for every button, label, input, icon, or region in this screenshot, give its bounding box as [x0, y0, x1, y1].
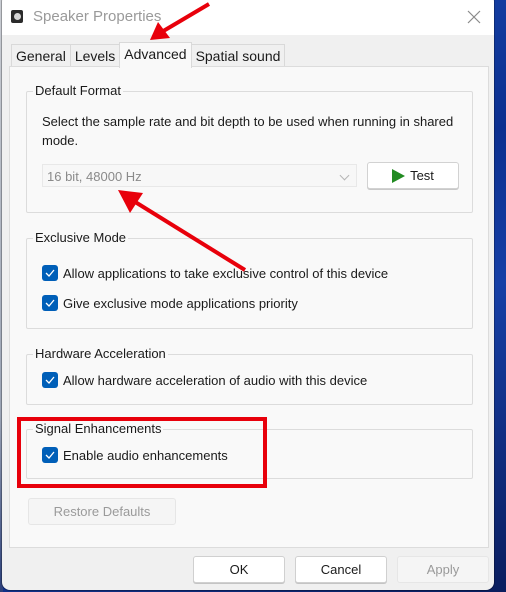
close-button[interactable]	[460, 4, 488, 30]
audio-enhancements-checkbox[interactable]	[42, 447, 58, 463]
speaker-properties-dialog: Speaker Properties General Levels Advanc…	[2, 0, 494, 590]
checkmark-icon	[45, 269, 55, 277]
tab-general[interactable]: General	[11, 44, 71, 67]
checkmark-icon	[45, 376, 55, 384]
tab-levels[interactable]: Levels	[69, 44, 121, 67]
hardware-acceleration-group: Hardware Acceleration Allow hardware acc…	[26, 346, 473, 405]
play-icon	[392, 168, 406, 183]
exclusive-control-label: Allow applications to take exclusive con…	[63, 265, 389, 281]
checkmark-icon	[45, 299, 55, 307]
advanced-tab-panel: Default Format Select the sample rate an…	[9, 66, 489, 548]
chevron-down-icon	[339, 170, 350, 181]
hardware-acceleration-checkbox[interactable]	[42, 372, 58, 388]
close-icon	[467, 10, 481, 24]
tab-strip: General Levels Advanced Spatial sound	[11, 42, 286, 68]
audio-enhancements-checkbox-row[interactable]: Enable audio enhancements	[42, 447, 228, 463]
speaker-icon	[11, 10, 23, 23]
tab-spatial-sound[interactable]: Spatial sound	[190, 44, 286, 67]
ok-button[interactable]: OK	[193, 556, 285, 583]
test-button-label: Test	[410, 168, 434, 183]
exclusive-control-checkbox[interactable]	[42, 265, 58, 281]
exclusive-mode-group: Exclusive Mode Allow applications to tak…	[26, 230, 473, 329]
format-dropdown-value: 16 bit, 48000 Hz	[47, 169, 142, 184]
apply-button[interactable]: Apply	[397, 556, 489, 583]
hardware-acceleration-option-label: Allow hardware acceleration of audio wit…	[63, 372, 368, 388]
checkmark-icon	[45, 451, 55, 459]
hardware-acceleration-label: Hardware Acceleration	[33, 346, 168, 361]
signal-enhancements-label: Signal Enhancements	[33, 421, 164, 436]
audio-enhancements-label: Enable audio enhancements	[63, 447, 228, 463]
hardware-acceleration-checkbox-row[interactable]: Allow hardware acceleration of audio wit…	[42, 372, 367, 388]
signal-enhancements-group: Signal Enhancements Enable audio enhance…	[26, 421, 473, 479]
format-dropdown[interactable]: 16 bit, 48000 Hz	[42, 164, 357, 187]
test-button[interactable]: Test	[367, 162, 459, 189]
exclusive-control-checkbox-row[interactable]: Allow applications to take exclusive con…	[42, 265, 388, 281]
restore-defaults-button[interactable]: Restore Defaults	[28, 498, 176, 525]
exclusive-priority-label: Give exclusive mode applications priorit…	[63, 295, 298, 311]
cancel-button[interactable]: Cancel	[295, 556, 387, 583]
exclusive-mode-label: Exclusive Mode	[33, 230, 129, 245]
default-format-description: Select the sample rate and bit depth to …	[42, 114, 454, 148]
default-format-label: Default Format	[33, 83, 123, 98]
exclusive-priority-checkbox[interactable]	[42, 295, 58, 311]
title-bar: Speaker Properties	[2, 0, 494, 35]
exclusive-priority-checkbox-row[interactable]: Give exclusive mode applications priorit…	[42, 295, 298, 311]
window-title: Speaker Properties	[33, 8, 162, 25]
default-format-group: Default Format Select the sample rate an…	[26, 83, 473, 213]
tab-advanced[interactable]: Advanced	[119, 42, 192, 68]
